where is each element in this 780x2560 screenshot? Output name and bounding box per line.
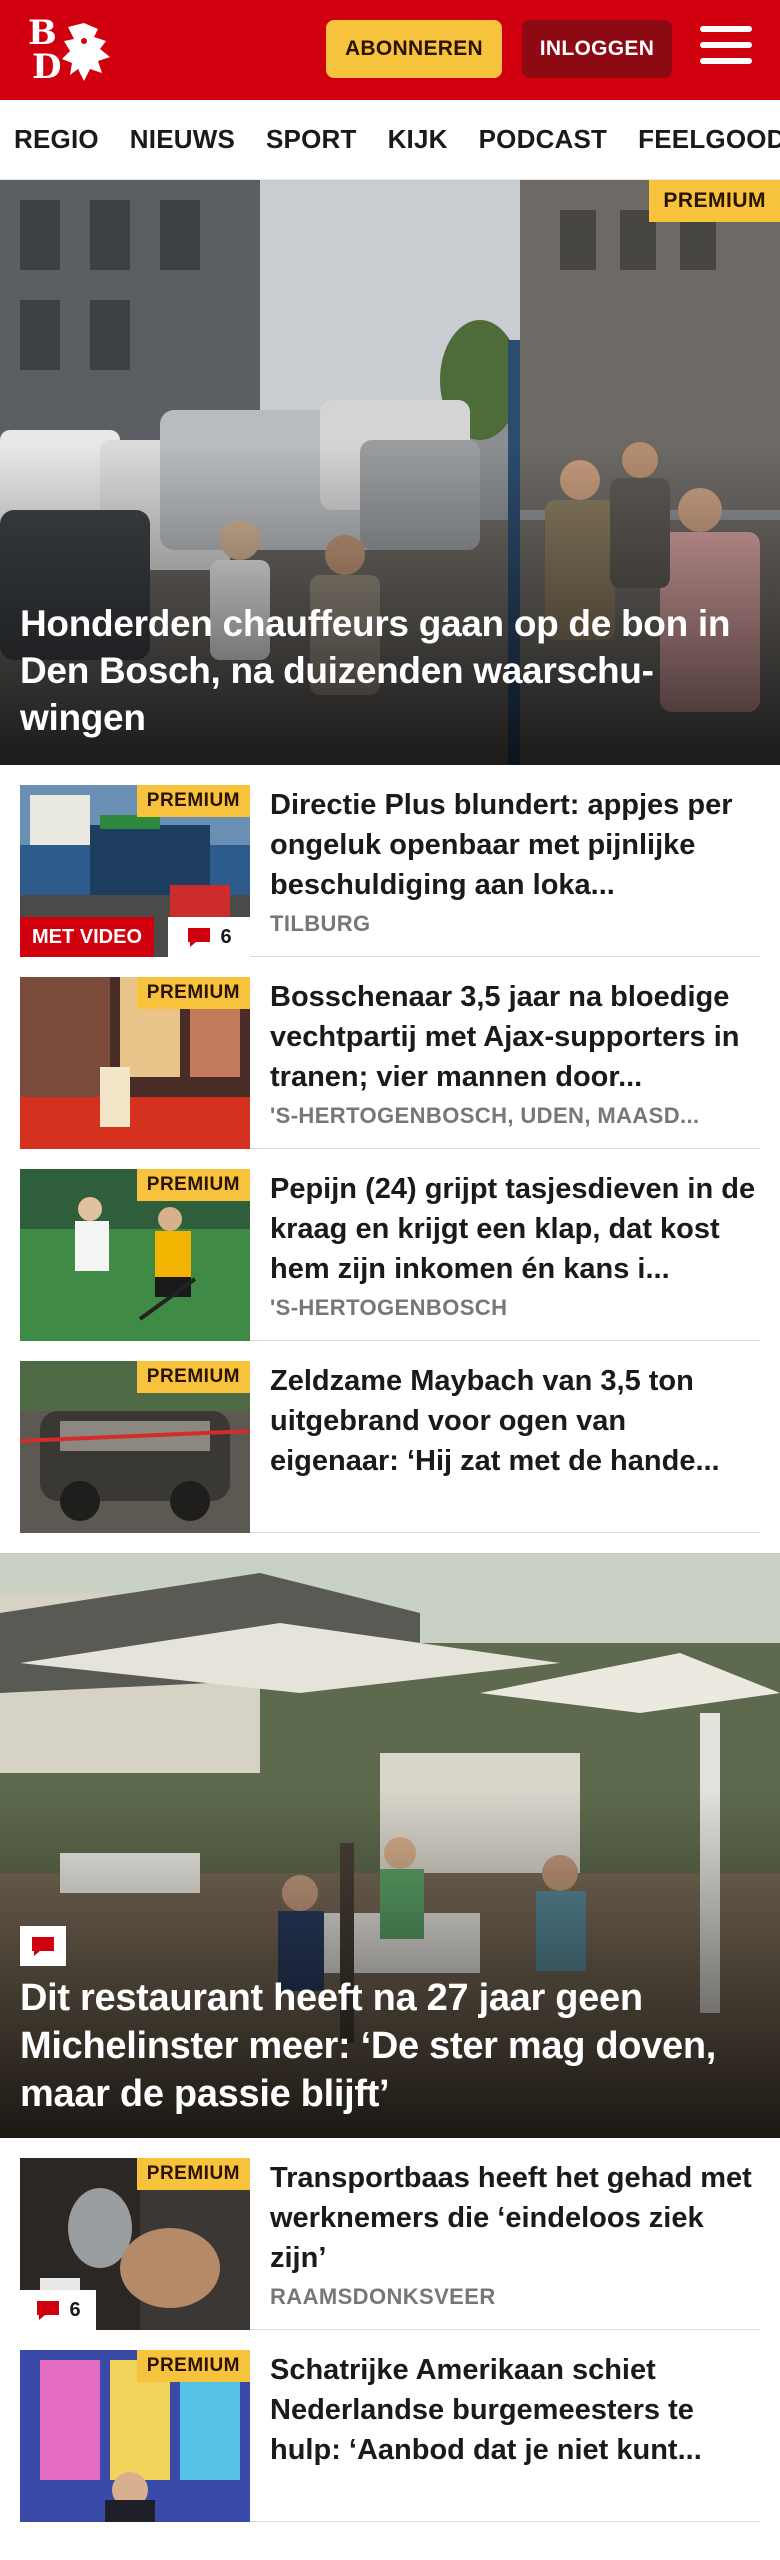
comment-count-badge[interactable]: 6 bbox=[20, 2290, 96, 2330]
subscribe-button[interactable]: ABONNEREN bbox=[326, 20, 502, 78]
hero-headline[interactable]: Honderden chauffeurs gaan op de bon in D… bbox=[20, 600, 760, 741]
login-button[interactable]: INLOGGEN bbox=[522, 20, 672, 78]
article-list: PREMIUM 6 Transportbaas heeft het gehad … bbox=[0, 2138, 780, 2522]
premium-badge: PREMIUM bbox=[136, 1361, 250, 1393]
premium-badge: PREMIUM bbox=[136, 977, 250, 1009]
nav-item-nieuws[interactable]: NIEUWS bbox=[130, 124, 235, 155]
feature-article[interactable]: Dit restaurant heeft na 27 jaar geen Mic… bbox=[0, 1553, 780, 2138]
article-body: Directie Plus blundert: appjes per ongel… bbox=[250, 785, 760, 936]
article-headline[interactable]: Directie Plus blundert: appjes per ongel… bbox=[270, 785, 760, 905]
nav-item-sport[interactable]: SPORT bbox=[266, 124, 357, 155]
article-thumbnail: PREMIUM bbox=[20, 977, 250, 1149]
article-headline[interactable]: Schatrijke Amerikaan schiet Nederlandse … bbox=[270, 2350, 760, 2470]
premium-badge: PREMIUM bbox=[136, 2350, 250, 2382]
premium-badge: PREMIUM bbox=[136, 1169, 250, 1201]
list-item[interactable]: PREMIUM MET VIDEO 6 Directie Plus blunde… bbox=[20, 765, 760, 957]
list-item[interactable]: PREMIUM Zeldzame Maybach van 3,5 ton uit… bbox=[20, 1341, 760, 1533]
feature-headline[interactable]: Dit restaurant heeft na 27 jaar geen Mic… bbox=[20, 1974, 760, 2118]
comment-badge[interactable] bbox=[20, 1926, 66, 1966]
list-item[interactable]: PREMIUM 6 Transportbaas heeft het gehad … bbox=[20, 2138, 760, 2330]
article-list: PREMIUM MET VIDEO 6 Directie Plus blunde… bbox=[0, 765, 780, 1533]
article-location: TILBURG bbox=[270, 911, 371, 936]
comment-count: 6 bbox=[69, 2298, 81, 2321]
article-thumbnail: PREMIUM bbox=[20, 2350, 250, 2522]
article-headline[interactable]: Zeldzame Maybach van 3,5 ton uitgebrand … bbox=[270, 1361, 760, 1481]
article-location: 'S-HERTOGENBOSCH, UDEN, MAASD... bbox=[270, 1103, 700, 1128]
nav-item-kijk[interactable]: KIJK bbox=[388, 124, 448, 155]
article-location: RAAMSDONKSVEER bbox=[270, 2284, 496, 2309]
article-thumbnail: PREMIUM bbox=[20, 1361, 250, 1533]
comment-icon bbox=[188, 928, 211, 947]
comment-icon bbox=[37, 2301, 60, 2320]
comment-count: 6 bbox=[220, 925, 232, 948]
article-thumbnail: PREMIUM bbox=[20, 1169, 250, 1341]
nav-item-podcast[interactable]: PODCAST bbox=[479, 124, 608, 155]
site-logo[interactable]: B D bbox=[24, 13, 116, 87]
premium-badge: PREMIUM bbox=[136, 2158, 250, 2190]
section-nav: REGIO NIEUWS SPORT KIJK PODCAST FEELGOOD bbox=[0, 100, 780, 180]
lion-emblem-icon bbox=[62, 23, 110, 81]
comment-icon bbox=[32, 1937, 54, 1956]
article-location: 'S-HERTOGENBOSCH bbox=[270, 1295, 508, 1320]
article-thumbnail: PREMIUM 6 bbox=[20, 2158, 250, 2330]
article-thumbnail: PREMIUM MET VIDEO 6 bbox=[20, 785, 250, 957]
nav-item-feelgood[interactable]: FEELGOOD bbox=[638, 124, 780, 155]
premium-badge: PREMIUM bbox=[136, 785, 250, 817]
list-item[interactable]: PREMIUM Schatrijke Amerikaan schiet Nede… bbox=[20, 2330, 760, 2522]
article-body: Schatrijke Amerikaan schiet Nederlandse … bbox=[250, 2350, 760, 2501]
article-body: Zeldzame Maybach van 3,5 ton uitgebrand … bbox=[250, 1361, 760, 1512]
article-body: Transportbaas heeft het gehad met werkne… bbox=[250, 2158, 760, 2309]
hero-article[interactable]: PREMIUM Honderden chauffeurs gaan op de … bbox=[0, 180, 780, 765]
nav-item-regio[interactable]: REGIO bbox=[14, 124, 99, 155]
list-item[interactable]: PREMIUM Pepijn (24) grijpt tasjesdieven … bbox=[20, 1149, 760, 1341]
premium-badge: PREMIUM bbox=[649, 180, 780, 222]
article-body: Pepijn (24) grijpt tasjesdieven in de kr… bbox=[250, 1169, 760, 1320]
video-badge: MET VIDEO bbox=[20, 917, 155, 957]
article-headline[interactable]: Pepijn (24) grijpt tasjesdieven in de kr… bbox=[270, 1169, 760, 1289]
list-item[interactable]: PREMIUM Bosschenaar 3,5 jaar na bloedige… bbox=[20, 957, 760, 1149]
comment-count-badge[interactable]: 6 bbox=[168, 917, 250, 957]
article-headline[interactable]: Transportbaas heeft het gehad met werkne… bbox=[270, 2158, 760, 2278]
article-headline[interactable]: Bosschenaar 3,5 jaar na bloedige vechtpa… bbox=[270, 977, 760, 1097]
hamburger-menu-icon[interactable] bbox=[700, 26, 752, 72]
site-header: B D ABONNEREN INLOGGEN bbox=[0, 0, 780, 100]
article-body: Bosschenaar 3,5 jaar na bloedige vechtpa… bbox=[250, 977, 760, 1128]
